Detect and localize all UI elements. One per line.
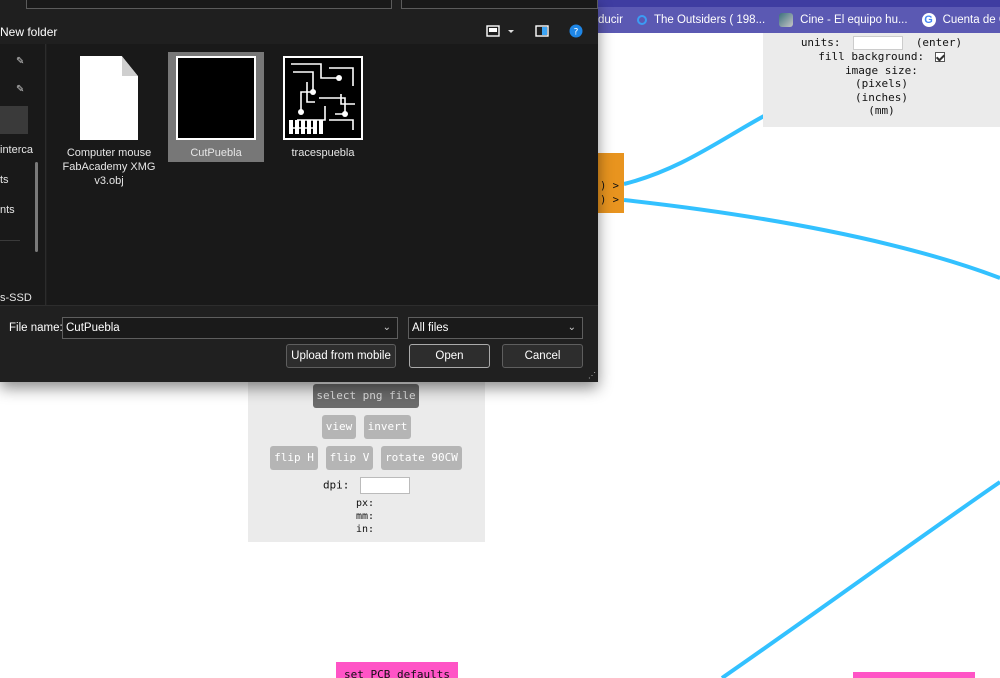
pin-icon: ✎	[16, 56, 25, 67]
image-thumbnail	[283, 56, 363, 140]
file-name-label: File name:	[9, 322, 63, 334]
svg-text:?: ?	[574, 28, 579, 38]
file-list: Computer mouse FabAcademy XMG v3.obj Cut…	[47, 44, 598, 305]
nav-item[interactable]: nts	[0, 204, 15, 216]
file-name-label: Computer mouse FabAcademy XMG v3.obj	[62, 147, 156, 187]
chevron-down-icon[interactable]: ⌄	[383, 318, 391, 338]
wire	[720, 480, 1000, 678]
command-bar: New folder ?	[0, 20, 598, 44]
units-label: units:	[800, 36, 841, 49]
nav-item-selected[interactable]	[0, 106, 28, 134]
px-label: px:	[356, 498, 375, 509]
rotate-90cw-button[interactable]: rotate 90CW	[381, 446, 462, 470]
nav-item[interactable]: s-SSD	[0, 292, 32, 304]
dpi-row: dpi:	[248, 477, 485, 494]
open-file-dialog: New folder ? ✎ ✎ interca ts nts s-SSD Co…	[0, 0, 598, 382]
pcb-traces-icon	[289, 63, 355, 134]
chevron-down-icon[interactable]	[506, 24, 516, 38]
navigation-pane: ✎ ✎ interca ts nts s-SSD	[0, 44, 46, 305]
orange-module-node[interactable]: ) > ) >	[598, 153, 624, 213]
read-png-panel: select png file view invert flip H flip …	[248, 378, 485, 542]
enter-label: (enter)	[915, 36, 963, 49]
image-size-panel: units: (enter) fill background: image si…	[763, 33, 1000, 127]
dpi-label: dpi:	[322, 478, 350, 492]
nav-scrollbar[interactable]	[35, 162, 38, 252]
search-box[interactable]	[401, 0, 598, 9]
fill-background-checkbox[interactable]	[934, 52, 945, 62]
wire	[623, 114, 765, 186]
image-size-label: image size:	[845, 63, 918, 77]
nav-divider	[0, 240, 20, 241]
inches-label: (inches)	[855, 90, 908, 104]
nav-item[interactable]: ts	[0, 174, 9, 186]
image-thumbnail	[176, 56, 256, 140]
help-icon[interactable]: ?	[569, 24, 583, 38]
set-pcb-defaults-node[interactable]: set PCB defaults	[336, 662, 458, 678]
mm-label: mm:	[356, 511, 375, 522]
upload-from-mobile-button[interactable]: Upload from mobile	[286, 344, 396, 368]
view-button[interactable]: view	[322, 415, 356, 439]
output-port[interactable]: ) >	[600, 180, 619, 192]
file-item[interactable]: tracespuebla	[275, 52, 371, 160]
file-name-input[interactable]: CutPuebla ⌄	[62, 317, 398, 339]
new-folder-button[interactable]: New folder	[0, 25, 57, 39]
pin-icon: ✎	[16, 84, 25, 95]
file-name-value: CutPuebla	[66, 322, 120, 334]
pixels-label: (pixels)	[855, 77, 908, 90]
flip-h-button[interactable]: flip H	[270, 446, 318, 470]
fill-background-label: fill background:	[818, 50, 925, 63]
file-item[interactable]: Computer mouse FabAcademy XMG v3.obj	[61, 52, 157, 188]
dpi-input[interactable]	[360, 477, 411, 494]
select-png-file-button[interactable]: select png file	[313, 384, 419, 408]
cancel-button[interactable]: Cancel	[502, 344, 583, 368]
file-type-select[interactable]: All files ⌄	[408, 317, 583, 339]
dialog-footer: File name: CutPuebla ⌄ All files ⌄ Uploa…	[0, 305, 598, 382]
resize-grip-icon[interactable]: ⋰	[588, 371, 596, 380]
mm-label: (mm)	[868, 104, 895, 117]
file-name-label: CutPuebla	[190, 147, 242, 159]
file-type-value: All files	[412, 322, 449, 334]
address-bar[interactable]	[26, 0, 392, 9]
output-port[interactable]: ) >	[600, 194, 619, 206]
units-input[interactable]	[853, 36, 904, 50]
file-item-selected[interactable]: CutPuebla	[168, 52, 264, 162]
open-button[interactable]: Open	[409, 344, 490, 368]
view-options-icon[interactable]	[486, 24, 500, 38]
preview-pane-icon[interactable]	[535, 24, 549, 38]
in-label: in:	[356, 524, 375, 535]
nav-item[interactable]: interca	[0, 144, 33, 156]
flip-v-button[interactable]: flip V	[326, 446, 373, 470]
wire	[623, 198, 1000, 280]
chevron-down-icon[interactable]: ⌄	[568, 318, 576, 338]
pink-module-node[interactable]	[853, 672, 975, 678]
invert-button[interactable]: invert	[364, 415, 411, 439]
document-icon	[80, 56, 138, 140]
file-name-label: tracespuebla	[291, 147, 355, 159]
